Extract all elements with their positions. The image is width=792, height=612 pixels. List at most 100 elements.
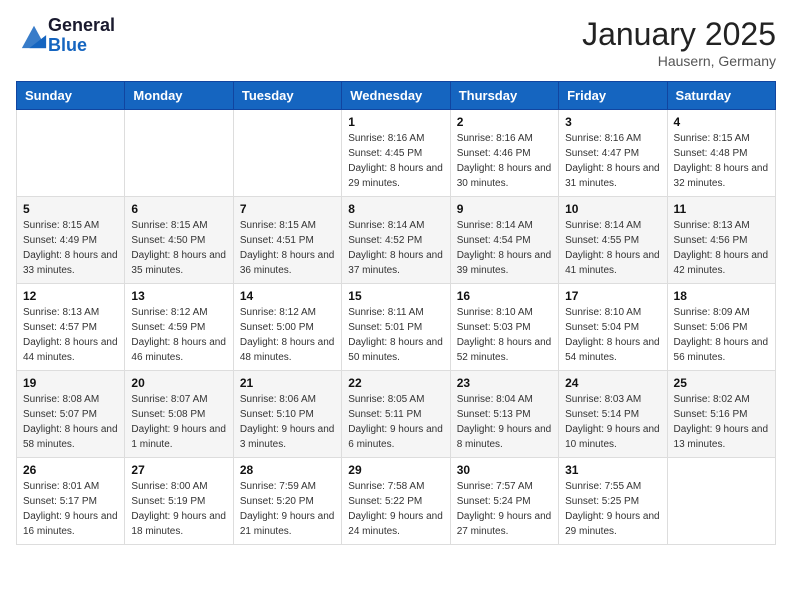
day-number: 14 (240, 289, 335, 303)
day-info: Sunrise: 8:10 AM Sunset: 5:03 PM Dayligh… (457, 305, 552, 365)
weekday-header: Tuesday (233, 82, 341, 110)
weekday-header: Sunday (17, 82, 125, 110)
calendar-cell: 14 Sunrise: 8:12 AM Sunset: 5:00 PM Dayli… (233, 284, 341, 371)
calendar-cell (17, 110, 125, 197)
day-number: 21 (240, 376, 335, 390)
day-number: 20 (131, 376, 226, 390)
day-info: Sunrise: 8:02 AM Sunset: 5:16 PM Dayligh… (674, 392, 769, 452)
calendar-cell: 23Sunrise: 8:04 AM Sunset: 5:13 PM Dayli… (450, 371, 558, 458)
day-info: Sunrise: 8:10 AM Sunset: 5:04 PM Dayligh… (565, 305, 660, 365)
day-number: 11 (674, 202, 769, 216)
day-info: Sunrise: 8:13 AM Sunset: 4:56 PM Dayligh… (674, 218, 769, 278)
calendar-cell: 24Sunrise: 8:03 AM Sunset: 5:14 PM Dayli… (559, 371, 667, 458)
day-number: 25 (674, 376, 769, 390)
calendar-cell: 16 Sunrise: 8:10 AM Sunset: 5:03 PM Dayli… (450, 284, 558, 371)
day-info: Sunrise: 8:15 AM Sunset: 4:48 PM Dayligh… (674, 131, 769, 191)
calendar-week-row: 26 Sunrise: 8:01 AM Sunset: 5:17 PM Dayli… (17, 458, 776, 545)
logo: General Blue (16, 16, 115, 56)
calendar-cell: 27Sunrise: 8:00 AM Sunset: 5:19 PM Dayli… (125, 458, 233, 545)
day-info: Sunrise: 7:59 AM Sunset: 5:20 PM Dayligh… (240, 479, 335, 539)
day-info: Sunrise: 8:11 AM Sunset: 5:01 PM Dayligh… (348, 305, 443, 365)
calendar-cell: 15 Sunrise: 8:11 AM Sunset: 5:01 PM Dayli… (342, 284, 450, 371)
day-number: 30 (457, 463, 552, 477)
day-number: 26 (23, 463, 118, 477)
day-info: Sunrise: 8:16 AM Sunset: 4:47 PM Dayligh… (565, 131, 660, 191)
logo-blue: Blue (48, 36, 115, 56)
calendar-week-row: 1 Sunrise: 8:16 AM Sunset: 4:45 PM Daylig… (17, 110, 776, 197)
day-number: 22 (348, 376, 443, 390)
day-info: Sunrise: 8:09 AM Sunset: 5:06 PM Dayligh… (674, 305, 769, 365)
day-info: Sunrise: 8:14 AM Sunset: 4:54 PM Dayligh… (457, 218, 552, 278)
day-info: Sunrise: 8:06 AM Sunset: 5:10 PM Dayligh… (240, 392, 335, 452)
day-info: Sunrise: 8:15 AM Sunset: 4:51 PM Dayligh… (240, 218, 335, 278)
calendar-cell: 17 Sunrise: 8:10 AM Sunset: 5:04 PM Dayli… (559, 284, 667, 371)
calendar-cell: 2Sunrise: 8:16 AM Sunset: 4:46 PM Daylig… (450, 110, 558, 197)
day-info: Sunrise: 8:08 AM Sunset: 5:07 PM Dayligh… (23, 392, 118, 452)
calendar-cell: 20Sunrise: 8:07 AM Sunset: 5:08 PM Dayli… (125, 371, 233, 458)
calendar-cell: 28 Sunrise: 7:59 AM Sunset: 5:20 PM Dayli… (233, 458, 341, 545)
calendar-cell: 12Sunrise: 8:13 AM Sunset: 4:57 PM Dayli… (17, 284, 125, 371)
page-header: General Blue January 2025 Hausern, Germa… (16, 16, 776, 69)
calendar-cell: 19 Sunrise: 8:08 AM Sunset: 5:07 PM Dayli… (17, 371, 125, 458)
calendar-cell (667, 458, 775, 545)
logo-general: General (48, 16, 115, 36)
calendar-cell: 29 Sunrise: 7:58 AM Sunset: 5:22 PM Dayli… (342, 458, 450, 545)
day-number: 3 (565, 115, 660, 129)
day-number: 9 (457, 202, 552, 216)
day-number: 2 (457, 115, 552, 129)
calendar-week-row: 19 Sunrise: 8:08 AM Sunset: 5:07 PM Dayli… (17, 371, 776, 458)
calendar-cell: 21 Sunrise: 8:06 AM Sunset: 5:10 PM Dayli… (233, 371, 341, 458)
calendar-cell: 8Sunrise: 8:14 AM Sunset: 4:52 PM Daylig… (342, 197, 450, 284)
day-info: Sunrise: 8:14 AM Sunset: 4:55 PM Dayligh… (565, 218, 660, 278)
calendar-cell: 30 Sunrise: 7:57 AM Sunset: 5:24 PM Dayli… (450, 458, 558, 545)
day-info: Sunrise: 8:13 AM Sunset: 4:57 PM Dayligh… (23, 305, 118, 365)
calendar-week-row: 12Sunrise: 8:13 AM Sunset: 4:57 PM Dayli… (17, 284, 776, 371)
day-info: Sunrise: 8:05 AM Sunset: 5:11 PM Dayligh… (348, 392, 443, 452)
month-title: January 2025 (582, 16, 776, 53)
day-number: 6 (131, 202, 226, 216)
calendar-cell (233, 110, 341, 197)
day-info: Sunrise: 8:01 AM Sunset: 5:17 PM Dayligh… (23, 479, 118, 539)
day-info: Sunrise: 8:15 AM Sunset: 4:50 PM Dayligh… (131, 218, 226, 278)
calendar-cell: 7Sunrise: 8:15 AM Sunset: 4:51 PM Daylig… (233, 197, 341, 284)
day-info: Sunrise: 8:12 AM Sunset: 5:00 PM Dayligh… (240, 305, 335, 365)
calendar-week-row: 5 Sunrise: 8:15 AM Sunset: 4:49 PM Daylig… (17, 197, 776, 284)
day-info: Sunrise: 7:57 AM Sunset: 5:24 PM Dayligh… (457, 479, 552, 539)
weekday-header: Monday (125, 82, 233, 110)
calendar-cell: 25 Sunrise: 8:02 AM Sunset: 5:16 PM Dayli… (667, 371, 775, 458)
day-info: Sunrise: 8:12 AM Sunset: 4:59 PM Dayligh… (131, 305, 226, 365)
calendar-table: SundayMondayTuesdayWednesdayThursdayFrid… (16, 81, 776, 545)
day-number: 16 (457, 289, 552, 303)
calendar-cell: 1 Sunrise: 8:16 AM Sunset: 4:45 PM Daylig… (342, 110, 450, 197)
weekday-header-row: SundayMondayTuesdayWednesdayThursdayFrid… (17, 82, 776, 110)
day-number: 23 (457, 376, 552, 390)
calendar-cell (125, 110, 233, 197)
weekday-header: Friday (559, 82, 667, 110)
day-number: 18 (674, 289, 769, 303)
day-number: 5 (23, 202, 118, 216)
weekday-header: Saturday (667, 82, 775, 110)
day-number: 15 (348, 289, 443, 303)
day-number: 10 (565, 202, 660, 216)
calendar-cell: 10 Sunrise: 8:14 AM Sunset: 4:55 PM Dayli… (559, 197, 667, 284)
day-number: 19 (23, 376, 118, 390)
calendar-cell: 18 Sunrise: 8:09 AM Sunset: 5:06 PM Dayli… (667, 284, 775, 371)
weekday-header: Thursday (450, 82, 558, 110)
day-number: 17 (565, 289, 660, 303)
day-info: Sunrise: 7:58 AM Sunset: 5:22 PM Dayligh… (348, 479, 443, 539)
calendar-cell: 9 Sunrise: 8:14 AM Sunset: 4:54 PM Daylig… (450, 197, 558, 284)
day-info: Sunrise: 8:03 AM Sunset: 5:14 PM Dayligh… (565, 392, 660, 452)
day-number: 4 (674, 115, 769, 129)
day-number: 27 (131, 463, 226, 477)
calendar-cell: 13 Sunrise: 8:12 AM Sunset: 4:59 PM Dayli… (125, 284, 233, 371)
title-block: January 2025 Hausern, Germany (582, 16, 776, 69)
calendar-cell: 5 Sunrise: 8:15 AM Sunset: 4:49 PM Daylig… (17, 197, 125, 284)
day-info: Sunrise: 8:15 AM Sunset: 4:49 PM Dayligh… (23, 218, 118, 278)
location: Hausern, Germany (582, 53, 776, 69)
day-number: 29 (348, 463, 443, 477)
day-info: Sunrise: 8:16 AM Sunset: 4:45 PM Dayligh… (348, 131, 443, 191)
day-number: 13 (131, 289, 226, 303)
calendar-cell: 6 Sunrise: 8:15 AM Sunset: 4:50 PM Daylig… (125, 197, 233, 284)
day-number: 1 (348, 115, 443, 129)
day-number: 28 (240, 463, 335, 477)
